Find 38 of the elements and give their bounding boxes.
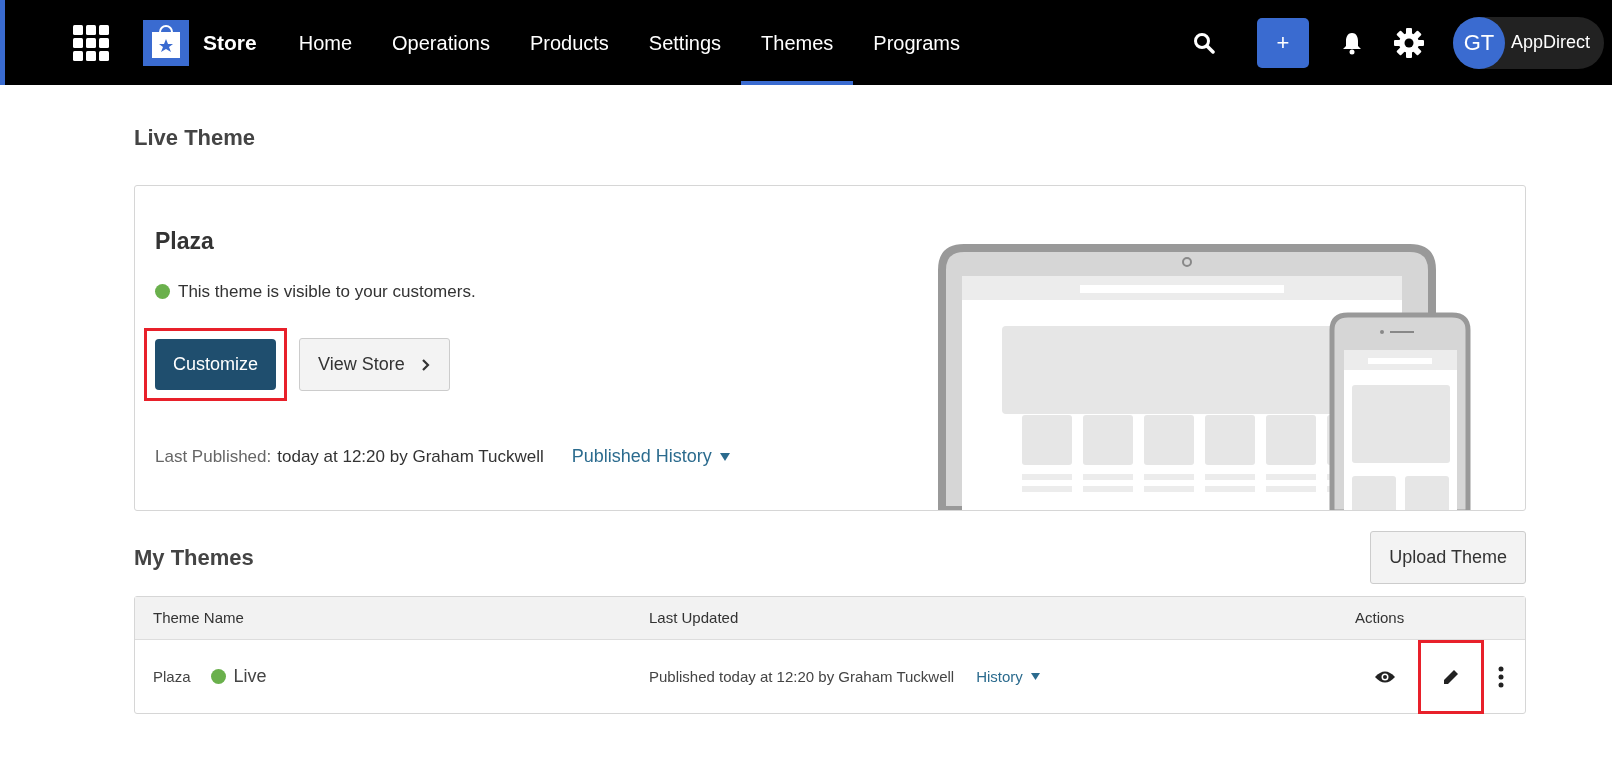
caret-down-icon [719,452,730,461]
last-published-value: today at 12:20 by Graham Tuckwell [277,446,544,469]
search-icon[interactable] [1192,31,1215,54]
nav-tab[interactable]: Home [278,0,373,85]
vertical-dots-icon [1498,665,1504,688]
store-bag-logo[interactable] [143,19,189,66]
published-history-link[interactable]: Published History [571,443,730,471]
history-link[interactable]: History [976,665,1040,689]
status-label: Live [233,665,267,689]
last-updated-cell-text: Published today at 12:20 by Graham Tuckwell [649,666,955,687]
section-heading: My Themes [134,544,254,572]
account-menu[interactable]: GT AppDirect [1452,16,1604,69]
status-dot-icon [210,669,226,685]
view-store-button[interactable]: View Store [299,338,450,392]
apps-grid-icon[interactable] [73,24,109,61]
nav-tab[interactable]: Settings [628,0,742,85]
nav-tab[interactable]: Themes [741,0,854,85]
section-heading: Live Theme [134,125,257,152]
column-header: Actions [1355,608,1406,629]
column-header: Last Updated [648,608,740,629]
status-dot-icon [155,284,170,300]
nav-tab[interactable]: Programs [853,0,981,85]
caret-down-icon [1030,673,1040,681]
theme-name-cell-text: Plaza [153,666,191,687]
theme-name: Plaza [155,227,215,257]
add-button[interactable]: + [1256,17,1309,68]
nav-tab[interactable]: Operations [372,0,510,85]
brand-name[interactable]: Store [203,26,257,59]
last-published-label: Last Published: [155,446,272,469]
upload-theme-button[interactable]: Upload Theme [1370,531,1526,585]
avatar-initials: GT [1452,16,1505,69]
status-text: This theme is visible to your customers. [178,280,476,303]
customize-button[interactable]: Customize [155,339,277,391]
column-header: Theme Name [152,608,245,629]
settings-icon[interactable] [1392,26,1425,59]
nav-tab[interactable]: Products [509,0,629,85]
chevron-right-icon [420,357,431,372]
edit-button[interactable] [1421,642,1481,711]
